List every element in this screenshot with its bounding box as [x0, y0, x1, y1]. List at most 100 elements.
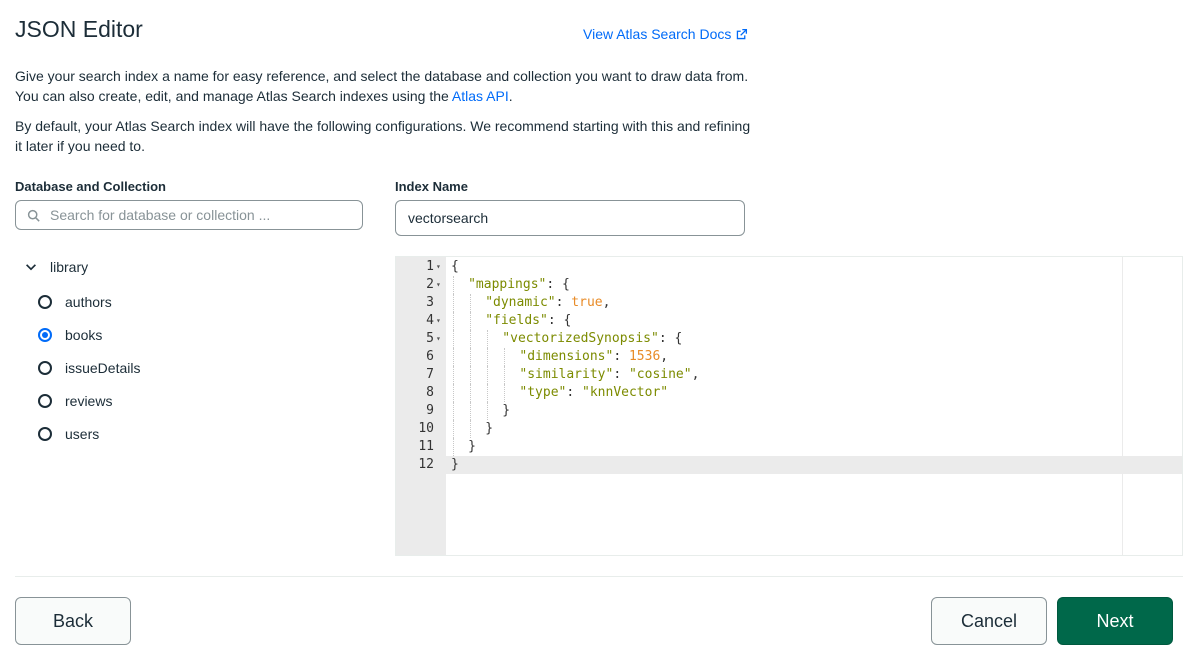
code-token: "dynamic" — [485, 295, 556, 310]
view-docs-label: View Atlas Search Docs — [583, 26, 732, 42]
indent-guide — [453, 276, 455, 294]
code-token: : — [613, 349, 629, 364]
indent-guide — [487, 366, 489, 384]
code-token: "cosine" — [628, 367, 692, 382]
indent-guide — [470, 330, 472, 348]
collection-label: issueDetails — [65, 360, 141, 376]
indent-guide — [453, 312, 455, 330]
code-token: : { — [546, 277, 570, 292]
code-line: 2 ▾ "mappings": { — [396, 276, 1182, 294]
search-icon — [27, 209, 40, 222]
indent-guide — [453, 348, 455, 366]
code-token: "dimensions" — [519, 349, 614, 364]
chevron-down-icon — [26, 264, 36, 271]
collection-radio[interactable] — [38, 361, 52, 375]
code-line: 11} — [396, 438, 1182, 456]
code-line: 4 ▾ "fields": { — [396, 312, 1182, 330]
code-text: "dimensions": 1536, — [519, 348, 668, 366]
indent-guide — [487, 330, 489, 348]
line-number: 3 — [426, 295, 434, 310]
line-number: 12 — [418, 457, 434, 472]
code-token: "knnVector" — [582, 385, 669, 400]
collection-item[interactable]: books — [38, 327, 102, 343]
database-name: library — [50, 259, 89, 275]
indent-guide — [453, 384, 455, 402]
line-number: 10 — [418, 421, 434, 436]
line-number: 9 — [426, 403, 434, 418]
collection-label: reviews — [65, 393, 113, 409]
fold-arrow-icon[interactable]: ▾ — [436, 258, 441, 276]
database-tree-item[interactable]: library — [24, 259, 88, 275]
indent-guide — [453, 294, 455, 312]
code-token: 1536 — [628, 349, 661, 364]
code-text: } — [451, 456, 459, 474]
external-link-icon — [737, 28, 748, 39]
code-token: "similarity" — [519, 367, 614, 382]
code-token: } — [502, 403, 511, 418]
indent-guide — [504, 384, 506, 402]
collection-item[interactable]: issueDetails — [38, 360, 140, 376]
fold-arrow-icon[interactable]: ▾ — [436, 330, 441, 348]
indent-guide — [487, 348, 489, 366]
code-text: "type": "knnVector" — [519, 384, 668, 402]
code-text: "vectorizedSynopsis": { — [502, 330, 682, 348]
code-token: : { — [547, 313, 572, 328]
indent-guide — [453, 402, 455, 420]
line-number: 5 — [426, 331, 434, 346]
indent-guide — [470, 348, 472, 366]
code-line: 9} — [396, 402, 1182, 420]
code-token: , — [660, 349, 669, 364]
collection-item[interactable]: users — [38, 426, 99, 442]
code-token: , — [602, 295, 611, 310]
line-number: 7 — [426, 367, 434, 382]
code-token: { — [451, 259, 459, 274]
collection-item[interactable]: authors — [38, 294, 112, 310]
indent-guide — [453, 330, 455, 348]
collection-radio[interactable] — [38, 295, 52, 309]
code-text: "fields": { — [485, 312, 571, 330]
intro-paragraph-1: Give your search index a name for easy r… — [15, 66, 755, 106]
code-token: : — [555, 295, 572, 310]
collection-search-box — [15, 200, 363, 230]
code-line: 12} — [396, 456, 1182, 474]
collection-radio[interactable] — [38, 427, 52, 441]
intro-text-1-end: . — [508, 88, 513, 104]
line-number: 4 — [426, 313, 434, 328]
code-text: "similarity": "cosine", — [519, 366, 699, 384]
intro-text-1: Give your search index a name for easy r… — [15, 68, 749, 104]
index-name-input[interactable] — [395, 200, 745, 236]
code-line: 6 "dimensions": 1536, — [396, 348, 1182, 366]
footer-divider — [15, 576, 1183, 577]
code-text: } — [502, 402, 510, 420]
code-line: 1 ▾ { — [396, 258, 1182, 276]
fold-arrow-icon[interactable]: ▾ — [436, 312, 441, 330]
cancel-button[interactable]: Cancel — [931, 597, 1047, 645]
indent-guide — [470, 420, 472, 438]
back-button[interactable]: Back — [15, 597, 131, 645]
fold-arrow-icon[interactable]: ▾ — [436, 276, 441, 294]
code-text: { — [451, 258, 459, 276]
code-line: 8 "type": "knnVector" — [396, 384, 1182, 402]
database-collection-label: Database and Collection — [15, 179, 166, 194]
indent-guide — [470, 312, 472, 330]
code-text: } — [468, 438, 476, 456]
collection-label: users — [65, 426, 100, 442]
collection-radio[interactable] — [38, 328, 52, 342]
indent-guide — [487, 384, 489, 402]
indent-guide — [470, 294, 472, 312]
code-token: } — [451, 457, 459, 472]
line-number: 1 — [426, 259, 434, 274]
view-docs-link[interactable]: View Atlas Search Docs — [583, 26, 748, 42]
next-button[interactable]: Next — [1057, 597, 1173, 645]
code-token: : { — [658, 331, 683, 346]
indent-guide — [470, 402, 472, 420]
json-editor[interactable]: 1 ▾{2 ▾ "mappings": {3 "dynamic": true, 4 ▾ "fi… — [395, 256, 1183, 556]
line-number: 2 — [426, 277, 434, 292]
collection-radio[interactable] — [38, 394, 52, 408]
collection-label: authors — [65, 294, 112, 310]
intro-paragraph-2: By default, your Atlas Search index will… — [15, 118, 751, 154]
atlas-api-link[interactable]: Atlas API — [452, 88, 509, 104]
collection-search-input[interactable] — [48, 206, 362, 224]
collection-item[interactable]: reviews — [38, 393, 112, 409]
indent-guide — [453, 438, 455, 456]
